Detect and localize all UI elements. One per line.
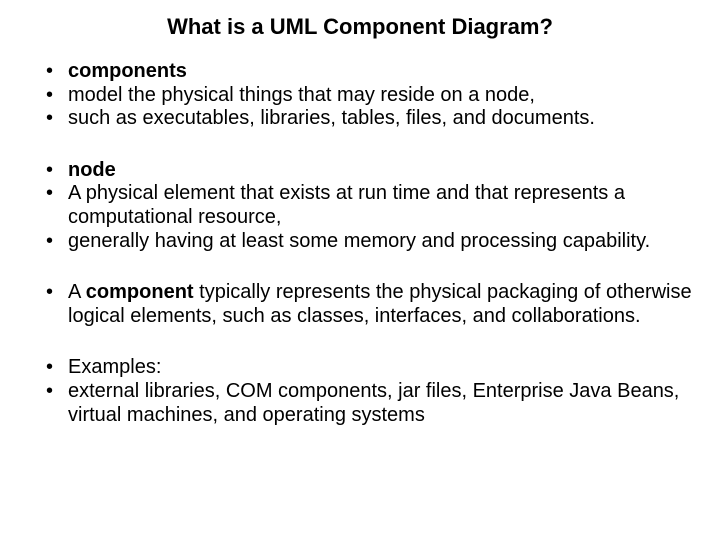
bullet-item: components: [46, 60, 692, 84]
bullet-group-4: Examples: external libraries, COM compon…: [28, 356, 692, 427]
slide-title: What is a UML Component Diagram?: [28, 14, 692, 40]
bullet-item: such as executables, libraries, tables, …: [46, 107, 692, 131]
bullet-item: model the physical things that may resid…: [46, 84, 692, 108]
bullet-text: external libraries, COM components, jar …: [68, 380, 679, 426]
bullet-item: external libraries, COM components, jar …: [46, 380, 692, 427]
bullet-group-2: node A physical element that exists at r…: [28, 159, 692, 253]
bullet-item: generally having at least some memory an…: [46, 230, 692, 254]
bullet-text: components: [68, 60, 187, 82]
bullet-text-bold: component: [86, 281, 194, 303]
bullet-group-3: A component typically represents the phy…: [28, 281, 692, 328]
bullet-text-pre: A: [68, 281, 86, 303]
bullet-text: node: [68, 159, 116, 181]
bullet-text: generally having at least some memory an…: [68, 230, 650, 252]
bullet-item: Examples:: [46, 356, 692, 380]
bullet-group-1: components model the physical things tha…: [28, 60, 692, 131]
bullet-item: node: [46, 159, 692, 183]
bullet-text: A physical element that exists at run ti…: [68, 182, 625, 228]
bullet-text: Examples:: [68, 356, 161, 378]
bullet-text: such as executables, libraries, tables, …: [68, 107, 595, 129]
bullet-item: A physical element that exists at run ti…: [46, 182, 692, 229]
bullet-text: model the physical things that may resid…: [68, 84, 535, 106]
bullet-item: A component typically represents the phy…: [46, 281, 692, 328]
